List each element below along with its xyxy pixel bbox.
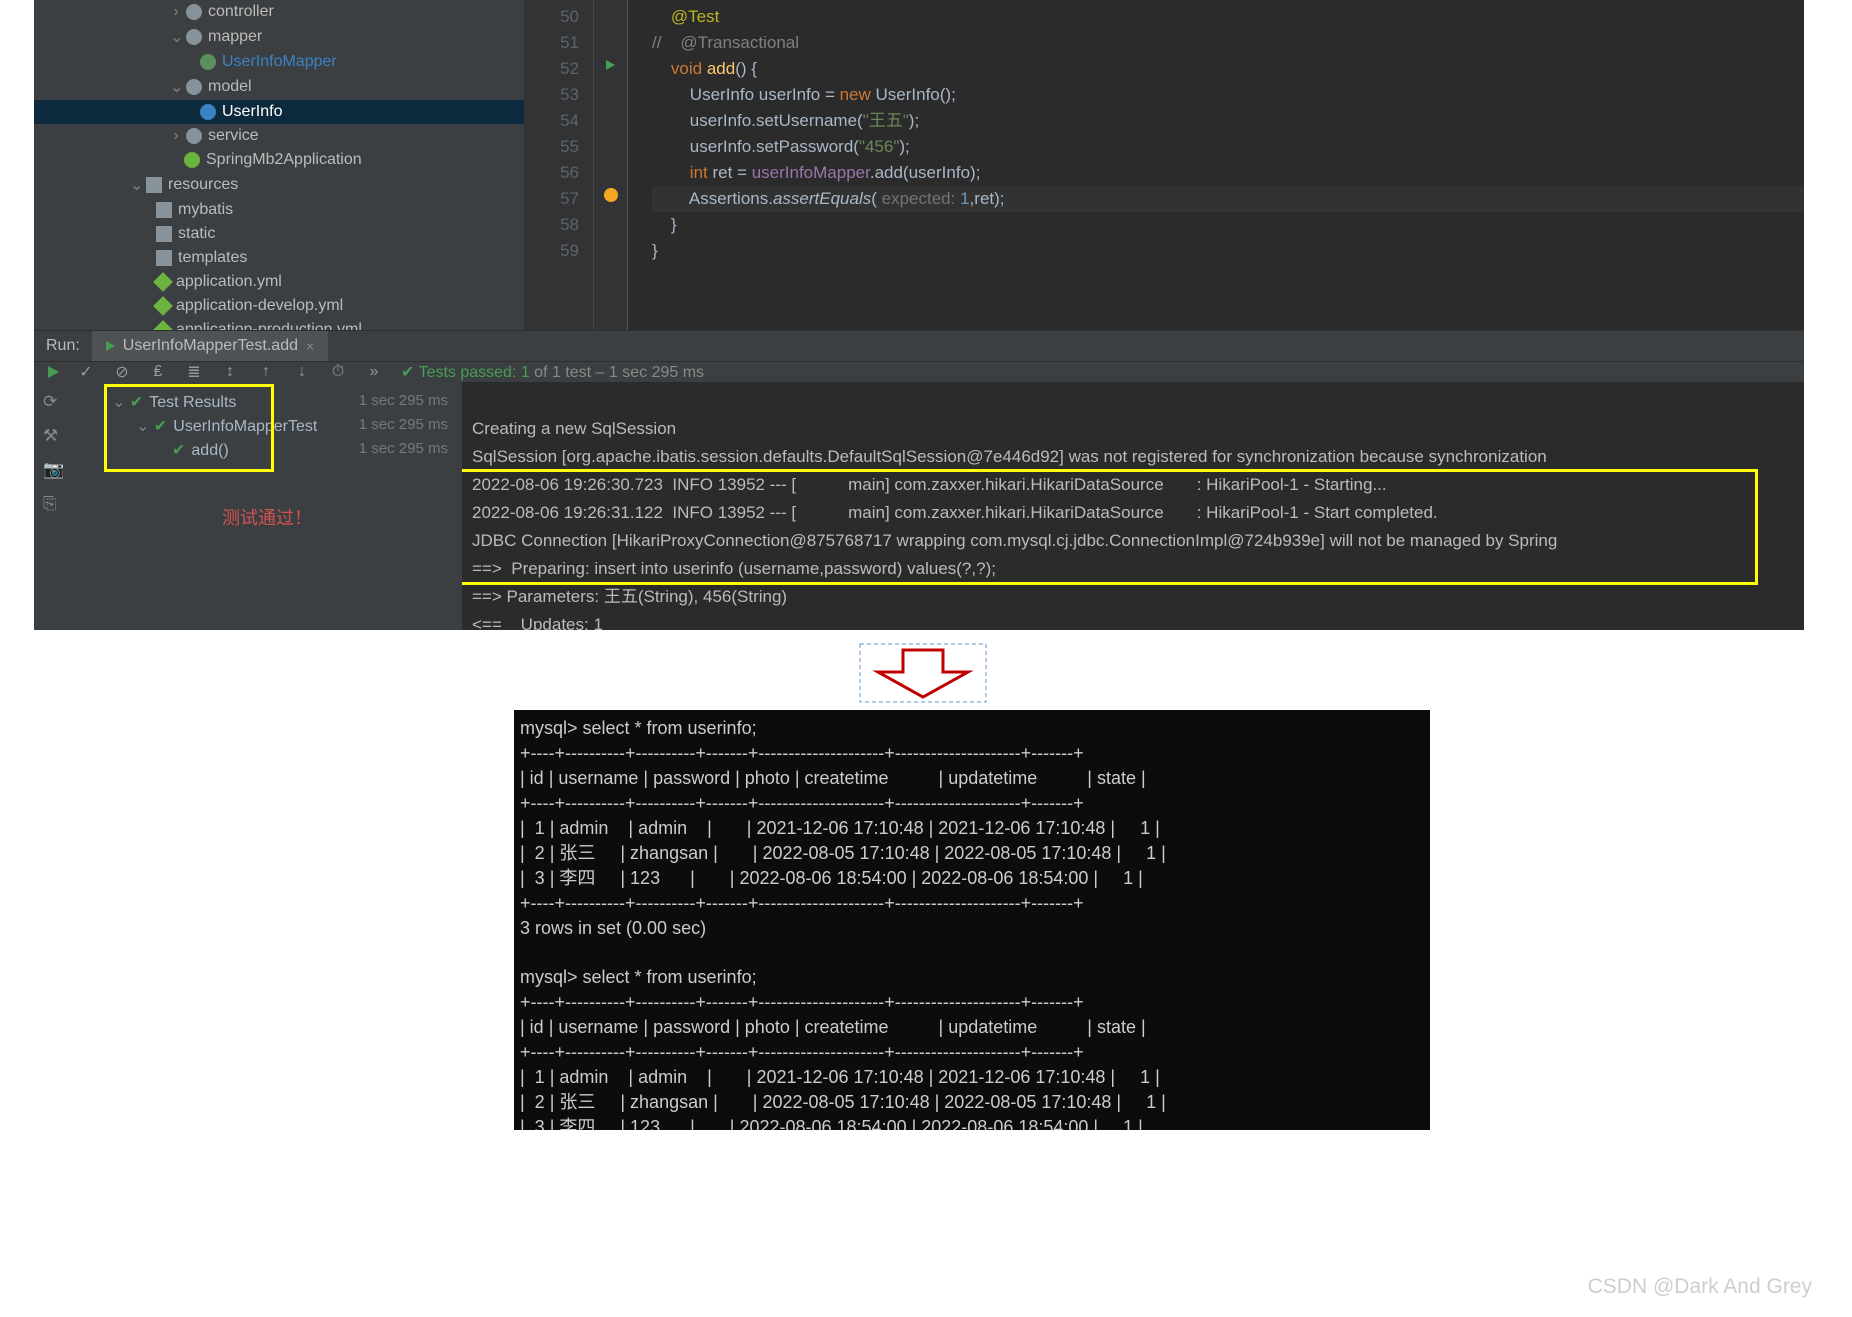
down-arrow	[858, 642, 988, 704]
tree-userinfo[interactable]: UserInfo	[222, 103, 282, 121]
sort-icon[interactable]: ₤	[149, 363, 167, 381]
run-icon[interactable]	[606, 60, 615, 70]
tree-service[interactable]: service	[208, 127, 259, 145]
tree-mybatis[interactable]: mybatis	[178, 201, 233, 219]
line-gutter: 50515253545556575859	[524, 0, 594, 330]
run-label: Run:	[34, 337, 92, 355]
tree-appdev[interactable]: application-develop.yml	[176, 297, 343, 315]
tree-appyml[interactable]: application.yml	[176, 273, 282, 291]
build-icon[interactable]: ⚒	[43, 426, 63, 446]
check-icon[interactable]: ✓	[77, 363, 95, 381]
watermark: CSDN @Dark And Grey	[1588, 1275, 1812, 1299]
fail-icon[interactable]: ⊘	[113, 363, 131, 381]
tree-userinfomapper[interactable]: UserInfoMapper	[222, 53, 337, 71]
run-panel: Run: UserInfoMapperTest.add× ✓ ⊘ ₤ ≣ ↕ ↑…	[34, 330, 1804, 630]
expand-icon[interactable]: ↕	[221, 363, 239, 381]
clock-icon[interactable]: ⏱	[329, 363, 347, 381]
run-leftbar: ⟳ ⚒ 📷 ⎘	[34, 382, 72, 630]
run-tab[interactable]: UserInfoMapperTest.add×	[92, 331, 328, 361]
tree-mapper[interactable]: mapper	[208, 28, 262, 46]
exit-icon[interactable]: ⎘	[43, 494, 63, 514]
bulb-icon[interactable]	[604, 188, 618, 202]
ide-window: ›controller ⌄mapper UserInfoMapper ⌄mode…	[34, 0, 1804, 630]
close-icon[interactable]: ×	[306, 338, 314, 354]
tree-resources[interactable]: resources	[168, 176, 238, 194]
tree-icon[interactable]: ≣	[185, 363, 203, 381]
code-editor[interactable]: 50515253545556575859 @Test // @Transacti…	[524, 0, 1804, 330]
test-results-tree[interactable]: ⌄ ✔Test Results1 sec 295 ms ⌄ ✔UserInfoM…	[72, 382, 462, 630]
down-icon[interactable]: ↓	[293, 363, 311, 381]
tree-controller[interactable]: controller	[208, 3, 274, 21]
tree-static[interactable]: static	[178, 225, 215, 243]
tree-model[interactable]: model	[208, 78, 252, 96]
tree-templates[interactable]: templates	[178, 249, 247, 267]
play-icon	[106, 341, 115, 351]
run-toolbar: ✓ ⊘ ₤ ≣ ↕ ↑ ↓ ⏱ » ✔ Tests passed: 1 of 1…	[34, 361, 1804, 382]
refresh-icon[interactable]: ⟳	[43, 392, 63, 412]
code-body[interactable]: @Test // @Transactional void add() { Use…	[628, 0, 1804, 330]
rerun-icon[interactable]	[48, 366, 59, 378]
cam-icon[interactable]: 📷	[43, 460, 63, 480]
up-icon[interactable]: ↑	[257, 363, 275, 381]
gutter-icons	[594, 0, 628, 330]
mysql-terminal: mysql> select * from userinfo; +----+---…	[514, 710, 1430, 1130]
more-icon[interactable]: »	[365, 363, 383, 381]
test-pass-caption: 测试通过！	[72, 504, 462, 530]
tree-springapp[interactable]: SpringMb2Application	[206, 151, 362, 169]
project-tree[interactable]: ›controller ⌄mapper UserInfoMapper ⌄mode…	[34, 0, 524, 330]
tree-appprod[interactable]: application-production.yml	[176, 321, 362, 330]
console-output[interactable]: Creating a new SqlSession SqlSession [or…	[462, 382, 1804, 630]
